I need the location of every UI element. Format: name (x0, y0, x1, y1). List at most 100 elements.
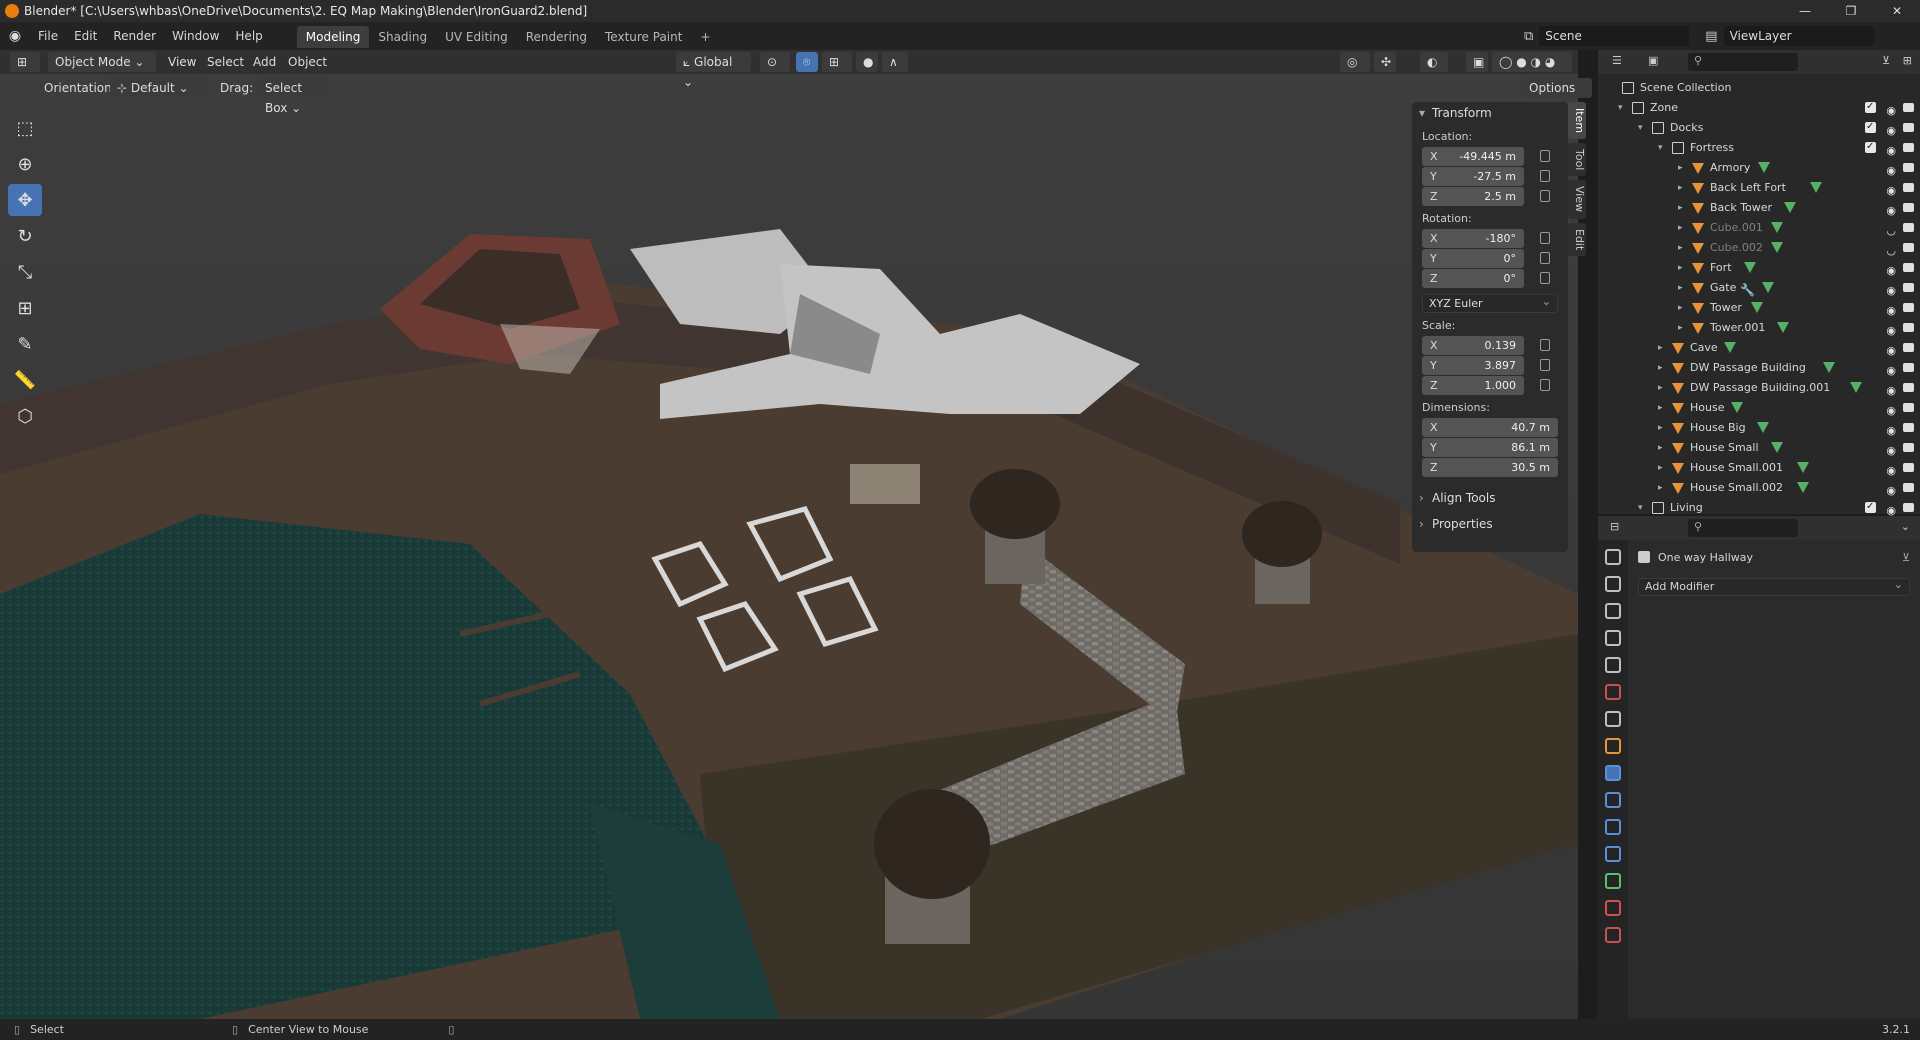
constraints-tab-icon[interactable] (1605, 846, 1621, 862)
expand-right-icon[interactable]: ▸ (1658, 338, 1663, 358)
mesh-data-icon[interactable] (1770, 442, 1783, 453)
falloff-button[interactable]: ∧ (882, 52, 908, 72)
maximize-button[interactable]: ❐ (1828, 0, 1874, 22)
mesh-data-icon[interactable] (1724, 342, 1737, 353)
mesh-data-icon[interactable] (1751, 302, 1763, 313)
outliner-row[interactable]: ▸ House ◉ (1598, 398, 1920, 418)
outliner-row[interactable]: ▸ DW Passage Building ◉ (1598, 358, 1920, 378)
outliner-row[interactable]: ▾Zone◉ (1598, 97, 1920, 118)
add-cube-tool-icon[interactable]: ⬡ (8, 400, 42, 432)
outliner-row[interactable]: ▸ House Small.002 ◉ (1598, 478, 1920, 498)
cursor-tool-icon[interactable]: ⊕ (8, 148, 42, 180)
outliner-row[interactable]: ▸ House Small ◉ (1598, 438, 1920, 458)
location-z-field[interactable]: Z 2.5 m (1422, 187, 1550, 206)
expand-down-icon[interactable]: ▾ (1638, 498, 1643, 518)
overlay-button[interactable]: ◐ (1420, 52, 1448, 72)
scene-icon[interactable]: ⧉ (1524, 29, 1533, 44)
object-tab-icon[interactable] (1605, 738, 1621, 754)
xray-button[interactable]: ▣ (1466, 52, 1488, 72)
camera-icon[interactable] (1903, 323, 1914, 332)
material-tab-icon[interactable] (1605, 900, 1621, 916)
outliner-search-input[interactable]: ⚲ (1688, 53, 1798, 71)
camera-icon[interactable] (1903, 363, 1914, 372)
menu-file[interactable]: File (30, 22, 66, 50)
menu-help[interactable]: Help (227, 22, 270, 50)
shading-mode-buttons[interactable]: ◯ ● ◑ ◕ (1492, 52, 1572, 72)
outliner-row[interactable]: ▾Fortress◉ (1598, 137, 1920, 158)
camera-icon[interactable] (1903, 283, 1914, 292)
outliner-row[interactable]: ▸ Cube.001 ◡ (1598, 218, 1920, 238)
menu-window[interactable]: Window (164, 22, 227, 50)
mesh-data-icon[interactable] (1770, 222, 1783, 233)
add-workspace-button[interactable]: + (691, 26, 719, 48)
camera-icon[interactable] (1903, 263, 1914, 272)
lock-icon[interactable] (1540, 232, 1550, 244)
collection-tab-icon[interactable] (1605, 711, 1621, 727)
expand-right-icon[interactable]: ▸ (1658, 478, 1663, 498)
chevron-down-icon[interactable]: ⌄ (1901, 520, 1910, 533)
location-y-field[interactable]: Y -27.5 m (1422, 167, 1550, 186)
align-tools-header[interactable]: Align Tools (1412, 487, 1568, 509)
expand-right-icon[interactable]: ▸ (1678, 318, 1683, 338)
expand-down-icon[interactable]: ▾ (1658, 138, 1663, 158)
outliner-row[interactable]: ▸ DW Passage Building.001 ◉ (1598, 378, 1920, 398)
tab-shading[interactable]: Shading (369, 26, 436, 48)
expand-down-icon[interactable]: ▾ (1638, 118, 1643, 138)
scale-tool-icon[interactable]: ⤡ (8, 256, 42, 288)
expand-right-icon[interactable]: ▸ (1658, 378, 1663, 398)
mesh-data-icon[interactable] (1762, 282, 1775, 293)
outliner-row[interactable]: ▸ Back Left Fort ◉ (1598, 178, 1920, 198)
select-box-tool-icon[interactable]: ⬚ (8, 112, 42, 144)
camera-icon[interactable] (1903, 503, 1914, 512)
expand-right-icon[interactable]: ▸ (1678, 298, 1683, 318)
dimensions-z-field[interactable]: Z 30.5 m (1422, 458, 1558, 477)
snap-target-button[interactable]: ⊞ (822, 52, 852, 72)
expand-right-icon[interactable]: ▸ (1678, 158, 1683, 178)
drag-dropdown[interactable]: Select Box ⌄ (258, 78, 330, 115)
lock-icon[interactable] (1540, 170, 1550, 182)
properties-search-input[interactable]: ⚲ (1688, 519, 1798, 537)
mesh-data-icon[interactable] (1784, 202, 1796, 213)
expand-right-icon[interactable]: ▸ (1678, 238, 1683, 258)
expand-right-icon[interactable]: ▸ (1678, 178, 1683, 198)
camera-icon[interactable] (1903, 483, 1914, 492)
lock-icon[interactable] (1540, 190, 1550, 202)
outliner-row[interactable]: ▸ Cave ◉ (1598, 338, 1920, 358)
camera-icon[interactable] (1903, 143, 1914, 152)
transform-orientation-selector[interactable]: ⟀ Global ⌄ (676, 52, 751, 89)
outliner-row[interactable]: ▸ Cube.002 ◡ (1598, 238, 1920, 258)
lock-icon[interactable] (1540, 339, 1550, 351)
tab-edit[interactable]: Edit (1568, 222, 1586, 256)
expand-right-icon[interactable]: ▸ (1678, 198, 1683, 218)
tab-modeling[interactable]: Modeling (296, 26, 370, 48)
properties-editor-icon[interactable]: ⊟ (1610, 520, 1619, 533)
mesh-data-icon[interactable] (1731, 402, 1743, 413)
output-tab-icon[interactable] (1605, 603, 1621, 619)
editor-type-button[interactable]: ⊞ (10, 52, 40, 72)
mesh-data-icon[interactable] (1777, 322, 1790, 333)
camera-icon[interactable] (1903, 463, 1914, 472)
tab-texture-paint[interactable]: Texture Paint (596, 26, 691, 48)
display-mode-icon[interactable]: ▣ (1648, 54, 1658, 67)
lock-icon[interactable] (1540, 272, 1550, 284)
orientation-dropdown[interactable]: ⊹ Default ⌄ (110, 78, 208, 98)
tab-uv-editing[interactable]: UV Editing (436, 26, 517, 48)
menu-render[interactable]: Render (105, 22, 164, 50)
physics-tab-icon[interactable] (1605, 819, 1621, 835)
rotation-y-field[interactable]: Y 0° (1422, 249, 1550, 268)
camera-icon[interactable] (1903, 383, 1914, 392)
menu-select[interactable]: Select (207, 52, 244, 72)
pin-icon[interactable]: ⊻ (1902, 551, 1910, 564)
exclude-checkbox[interactable] (1865, 137, 1876, 157)
outliner-row[interactable]: ▸ Tower.001 ◉ (1598, 318, 1920, 338)
camera-icon[interactable] (1903, 183, 1914, 192)
move-tool-icon[interactable]: ✥ (8, 184, 42, 216)
scene-tab-icon[interactable] (1605, 657, 1621, 673)
modifier-tab-icon[interactable] (1605, 765, 1621, 781)
lock-icon[interactable] (1540, 150, 1550, 162)
lock-icon[interactable] (1540, 379, 1550, 391)
mode-selector[interactable]: Object Mode ⌄ (48, 52, 156, 72)
camera-icon[interactable] (1903, 123, 1914, 132)
menu-add[interactable]: Add (253, 52, 276, 72)
rotate-tool-icon[interactable]: ↻ (8, 220, 42, 252)
